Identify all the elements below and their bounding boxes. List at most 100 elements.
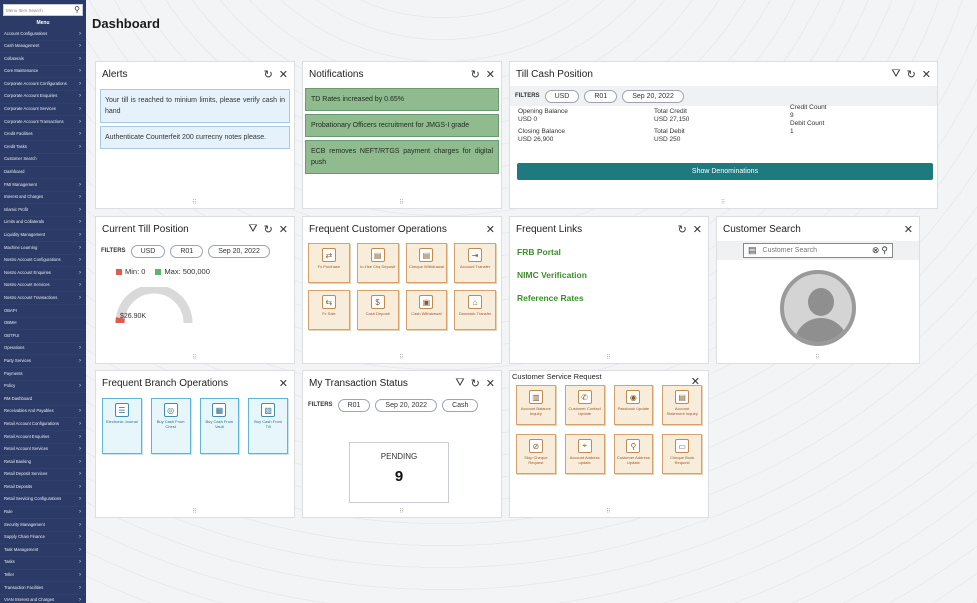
sidebar-item-payments[interactable]: Payments bbox=[0, 368, 86, 381]
filter-chip-date[interactable]: Sep 20, 2022 bbox=[208, 244, 270, 258]
close-icon[interactable]: ✕ bbox=[279, 223, 288, 236]
drag-handle-icon[interactable]: ⠿ bbox=[399, 199, 404, 206]
sidebar-item-interest-and-charges[interactable]: Interest and Charges › bbox=[0, 192, 86, 205]
drag-handle-icon[interactable]: ⠿ bbox=[815, 354, 820, 361]
sidebar-item-liquidity-management[interactable]: Liquidity Management › bbox=[0, 230, 86, 243]
tile-account-address-update[interactable]: ⌖ Account Address update bbox=[564, 434, 605, 474]
show-denominations-button[interactable]: Show Denominations bbox=[517, 163, 933, 180]
refresh-icon[interactable]: ↻ bbox=[907, 68, 916, 81]
refresh-icon[interactable]: ↻ bbox=[471, 68, 480, 81]
sidebar-item-dashboard[interactable]: Dashboard bbox=[0, 167, 86, 180]
filter-icon[interactable]: ⛛ bbox=[248, 223, 257, 236]
search-icon[interactable]: ⚲ bbox=[74, 6, 80, 14]
drag-handle-icon[interactable]: ⠿ bbox=[399, 354, 404, 361]
filter-icon[interactable]: ⛛ bbox=[455, 377, 464, 390]
refresh-icon[interactable]: ↻ bbox=[264, 68, 273, 81]
close-icon[interactable]: ✕ bbox=[904, 223, 913, 236]
sidebar-item-nostro-account-enquiries[interactable]: Nostro Account Enquiries › bbox=[0, 267, 86, 280]
sidebar-item-retail-account-services[interactable]: Retail Account Services › bbox=[0, 444, 86, 457]
tile-account-statement-inquiry[interactable]: ▤ Account Statement Inquiry bbox=[662, 385, 702, 425]
sidebar-item-credit-tasks[interactable]: Credit Tasks › bbox=[0, 141, 86, 154]
close-icon[interactable]: ✕ bbox=[279, 68, 288, 81]
tile-cheque-withdrawal[interactable]: ▤ Cheque Withdrawal bbox=[405, 243, 448, 283]
filter-chip-date[interactable]: Sep 20, 2022 bbox=[622, 89, 684, 103]
filter-chip-currency[interactable]: USD bbox=[544, 89, 580, 103]
sidebar-item-party-services[interactable]: Party Services › bbox=[0, 355, 86, 368]
sidebar-item-teller[interactable]: Teller › bbox=[0, 570, 86, 583]
sidebar-item-operations[interactable]: Operations › bbox=[0, 343, 86, 356]
sidebar-item-vian-interest-and-charges[interactable]: VIAN Interest and Charges › bbox=[0, 595, 86, 603]
link-frb-portal[interactable]: FRB Portal bbox=[510, 241, 708, 264]
tile-cheque-book-request[interactable]: ▭ Cheque Book Request bbox=[662, 434, 702, 474]
sidebar-item-receivables-and-payables[interactable]: Receivables And Payables › bbox=[0, 406, 86, 419]
filter-icon[interactable]: ⛛ bbox=[891, 68, 900, 81]
sidebar-item-nostro-account-configurations[interactable]: Nostro Account Configurations › bbox=[0, 255, 86, 268]
tile-fx-purchase[interactable]: ⇄ Fx Purchase bbox=[308, 243, 350, 283]
sidebar-item-obmh[interactable]: OBMH bbox=[0, 318, 86, 331]
sidebar-item-retail-deposits[interactable]: Retail Deposits › bbox=[0, 481, 86, 494]
drag-handle-icon[interactable]: ⠿ bbox=[192, 199, 197, 206]
refresh-icon[interactable]: ↻ bbox=[678, 223, 687, 236]
sidebar-item-supply-chain-finance[interactable]: Supply Chain Finance › bbox=[0, 532, 86, 545]
filter-chip-branch[interactable]: R01 bbox=[337, 398, 371, 412]
link-reference-rates[interactable]: Reference Rates bbox=[510, 287, 708, 310]
filter-chip-date[interactable]: Sep 20, 2022 bbox=[375, 398, 438, 412]
tile-in-hse-chq-deposit[interactable]: ▤ In-Hse Chq Deposit bbox=[356, 243, 399, 283]
search-icon[interactable]: ⚲ bbox=[881, 245, 888, 256]
tile-cash-withdrawal[interactable]: ▣ Cash Withdrawal bbox=[405, 290, 448, 330]
refresh-icon[interactable]: ↻ bbox=[264, 223, 273, 236]
sidebar-item-customer-search[interactable]: Customer Search bbox=[0, 154, 86, 167]
sidebar-item-retail-account-configurations[interactable]: Retail Account Configurations › bbox=[0, 418, 86, 431]
tile-account-balance-inquiry[interactable]: ▥ Account Balance Inquiry bbox=[516, 385, 556, 425]
sidebar-item-cash-management[interactable]: Cash Management › bbox=[0, 41, 86, 54]
sidebar-item-transaction-facilities[interactable]: Transaction Facilities › bbox=[0, 582, 86, 595]
link-nimc-verification[interactable]: NIMC Verification bbox=[510, 264, 708, 287]
sidebar-item-fmi-management[interactable]: FMI Management › bbox=[0, 179, 86, 192]
sidebar-item-corporate-account-enquiries[interactable]: Corporate Account Enquiries › bbox=[0, 91, 86, 104]
sidebar-item-policy[interactable]: Policy › bbox=[0, 381, 86, 394]
filter-chip-currency[interactable]: USD bbox=[130, 244, 166, 258]
sidebar-item-account-configurations[interactable]: Account Configurations › bbox=[0, 28, 86, 41]
sidebar-item-corporate-account-services[interactable]: Corporate Account Services › bbox=[0, 104, 86, 117]
sidebar-item-task-management[interactable]: Task Management › bbox=[0, 544, 86, 557]
customer-search-input[interactable]: ▤ Customer Search ⊗ ⚲ bbox=[743, 243, 893, 258]
tile-buy-cash-from-chest[interactable]: ◎ Buy Cash From Chest bbox=[150, 398, 191, 454]
drag-handle-icon[interactable]: ⠿ bbox=[192, 354, 197, 361]
sidebar-item-limits-and-collaterals[interactable]: Limits and Collaterals › bbox=[0, 217, 86, 230]
sidebar-item-security-management[interactable]: Security Management › bbox=[0, 519, 86, 532]
sidebar-item-rm-dashboard[interactable]: RM Dashboard bbox=[0, 393, 86, 406]
close-icon[interactable]: ✕ bbox=[486, 377, 495, 390]
close-icon[interactable]: ✕ bbox=[691, 375, 700, 388]
drag-handle-icon[interactable]: ⠿ bbox=[606, 508, 611, 515]
tile-cash-deposit[interactable]: $ Cash Deposit bbox=[356, 290, 399, 330]
sidebar-item-obtfui[interactable]: OBTFUI bbox=[0, 330, 86, 343]
close-icon[interactable]: ✕ bbox=[279, 377, 288, 390]
drag-handle-icon[interactable]: ⠿ bbox=[606, 354, 611, 361]
sidebar-item-corporate-account-configurations[interactable]: Corporate Account Configurations › bbox=[0, 78, 86, 91]
tile-electronic-journal[interactable]: ☰ Electronic Journal bbox=[102, 398, 142, 454]
tile-fx-sale[interactable]: ⇆ Fx Sale bbox=[308, 290, 350, 330]
tile-account-transfer[interactable]: ⇥ Account Transfer bbox=[454, 243, 496, 283]
sidebar-item-collaterals[interactable]: Collaterals › bbox=[0, 53, 86, 66]
clear-icon[interactable]: ⊗ bbox=[872, 245, 880, 256]
close-icon[interactable]: ✕ bbox=[693, 223, 702, 236]
close-icon[interactable]: ✕ bbox=[486, 68, 495, 81]
filter-chip-branch[interactable]: R01 bbox=[170, 244, 204, 258]
menu-search-input[interactable]: Menu Item Search ⚲ bbox=[3, 4, 83, 16]
sidebar-item-obapi[interactable]: OBAPI bbox=[0, 305, 86, 318]
sidebar-item-machine-learning[interactable]: Machine Learning › bbox=[0, 242, 86, 255]
sidebar-item-islamic-profit[interactable]: Islamic Profit › bbox=[0, 204, 86, 217]
sidebar-item-retail-servicing-configurations[interactable]: Retail Servicing Configurations › bbox=[0, 494, 86, 507]
sidebar-item-nostro-account-transactions[interactable]: Nostro Account Transactions › bbox=[0, 292, 86, 305]
close-icon[interactable]: ✕ bbox=[922, 68, 931, 81]
drag-handle-icon[interactable]: ⠿ bbox=[721, 199, 726, 206]
tile-domestic-transfer[interactable]: ⌂ Domestic Transfer bbox=[454, 290, 496, 330]
sidebar-item-core-maintenance[interactable]: Core Maintenance › bbox=[0, 66, 86, 79]
sidebar-item-credit-facilities[interactable]: Credit Facilities › bbox=[0, 129, 86, 142]
tile-customer-address-update[interactable]: ⚲ Customer Address Update bbox=[613, 434, 654, 474]
tile-stop-cheque-request[interactable]: ⊘ Stop Cheque Request bbox=[516, 434, 556, 474]
filter-chip-type[interactable]: Cash bbox=[442, 398, 479, 412]
sidebar-item-tasks[interactable]: Tasks › bbox=[0, 557, 86, 570]
close-icon[interactable]: ✕ bbox=[486, 223, 495, 236]
sidebar-item-corporate-account-transactions[interactable]: Corporate Account Transactions › bbox=[0, 116, 86, 129]
